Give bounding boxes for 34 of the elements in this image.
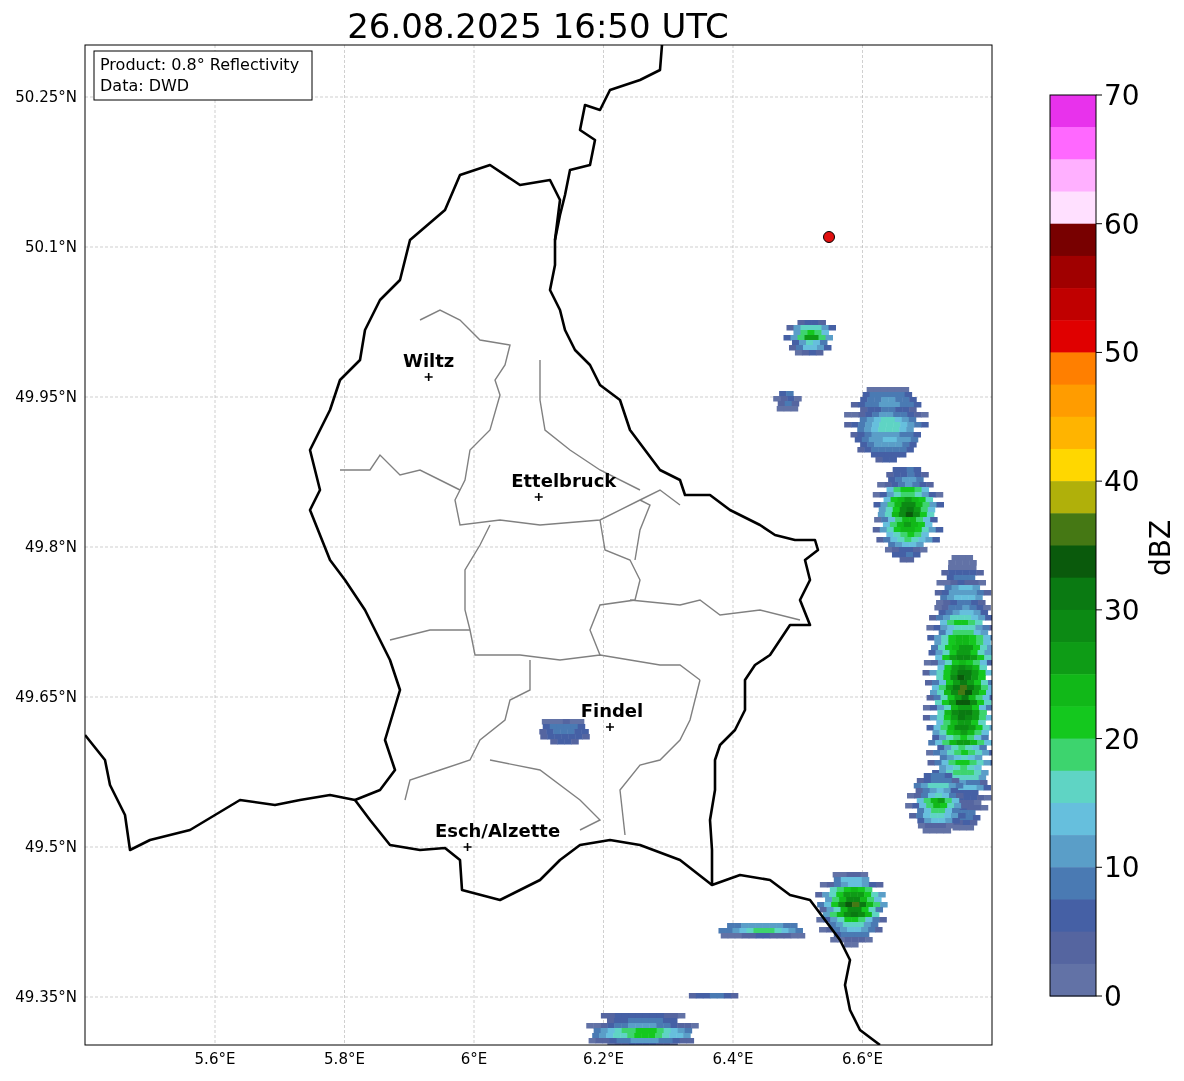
latitude-label: 49.65°N	[15, 688, 77, 706]
longitude-label: 6.4°E	[712, 1050, 754, 1068]
colorbar-tick-label: 30	[1104, 593, 1140, 627]
colorbar-tick-label: 40	[1104, 465, 1140, 499]
city-label: Esch/Alzette	[434, 820, 561, 841]
latitude-label: 49.8°N	[24, 538, 77, 556]
info-text: Product: 0.8° Reflectivity	[100, 55, 300, 74]
colorbar-tick-label: 10	[1104, 851, 1140, 885]
colorbar-label: dBZ	[1144, 519, 1177, 577]
colorbar-tick-label: 50	[1104, 336, 1140, 370]
colorbar-tick-label: 60	[1104, 207, 1140, 241]
city-label: Wiltz	[403, 350, 455, 371]
chart-title: 26.08.2025 16:50 UTC	[347, 6, 729, 46]
latitude-label: 49.95°N	[15, 388, 77, 406]
longitude-label: 6.2°E	[583, 1050, 624, 1068]
latitude-label: 50.1°N	[24, 238, 77, 256]
city-marker	[533, 492, 544, 502]
city-marker	[605, 722, 615, 732]
city-label: Findel	[580, 700, 644, 721]
longitude-label: 5.8°E	[324, 1050, 365, 1068]
colorbar-tick-label: 0	[1104, 980, 1122, 1013]
city-marker	[462, 842, 473, 852]
colorbar-tick-label: 20	[1104, 722, 1140, 756]
longitude-label: 5.6°E	[194, 1050, 236, 1068]
latitude-label: 49.35°N	[15, 988, 77, 1006]
city-marker	[423, 372, 434, 382]
longitude-label: 6.6°E	[842, 1050, 883, 1068]
latitude-label: 50.25°N	[15, 88, 77, 106]
colorbar-tick-label: 70	[1104, 79, 1140, 112]
info-text: Data: DWD	[100, 76, 190, 95]
longitude-label: 6°E	[460, 1050, 488, 1068]
radar-site-marker	[823, 231, 835, 243]
latitude-label: 49.5°N	[24, 838, 77, 856]
city-label: Ettelbruck	[511, 470, 617, 491]
